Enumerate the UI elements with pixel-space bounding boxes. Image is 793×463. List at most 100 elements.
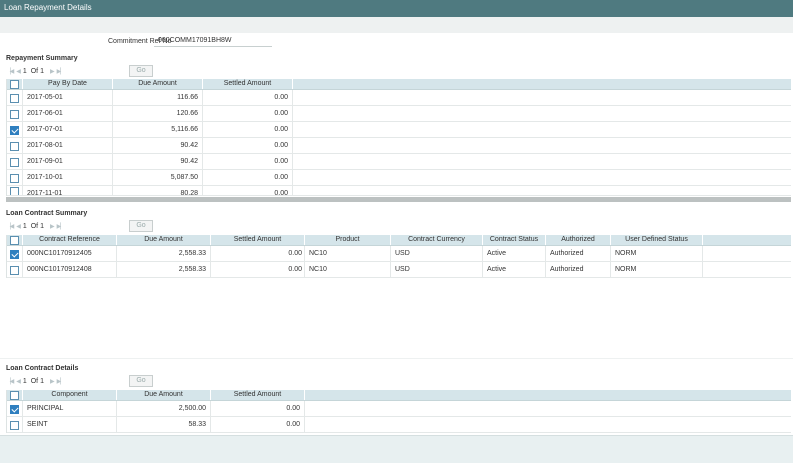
- first-page-icon[interactable]: ▕◀: [6, 378, 14, 385]
- row-filler: [305, 417, 791, 432]
- settled-amount-cell: 0.00: [203, 154, 293, 169]
- row-checkbox[interactable]: [7, 401, 23, 416]
- table-row[interactable]: SEINT 58.33 0.00: [7, 417, 791, 433]
- checkbox[interactable]: [10, 110, 19, 119]
- footer-bar: [0, 435, 793, 463]
- col-user-defined-status[interactable]: User Defined Status: [611, 235, 703, 245]
- toolbar-strip: [0, 17, 793, 33]
- details-go-button[interactable]: Go: [129, 375, 153, 387]
- checkbox[interactable]: [10, 126, 19, 135]
- select-all-checkbox[interactable]: [7, 390, 23, 400]
- prev-page-icon[interactable]: ◀: [16, 223, 21, 230]
- contract-status-cell: Active: [483, 246, 546, 261]
- due-amount-cell: 120.66: [113, 106, 203, 121]
- repayment-summary-title: Repayment Summary: [6, 55, 78, 62]
- first-page-icon[interactable]: ▕◀: [6, 223, 14, 230]
- contract-go-button[interactable]: Go: [129, 220, 153, 232]
- checkbox[interactable]: [10, 250, 19, 259]
- table-row[interactable]: 2017-06-01 120.66 0.00: [7, 106, 791, 122]
- row-checkbox[interactable]: [7, 154, 23, 169]
- checkbox[interactable]: [10, 187, 19, 195]
- select-all-checkbox[interactable]: [7, 79, 23, 89]
- prev-page-icon[interactable]: ◀: [16, 68, 21, 75]
- settled-amount-cell: 0.00: [211, 417, 305, 432]
- due-amount-cell: 90.42: [113, 154, 203, 169]
- row-filler: [293, 90, 791, 105]
- col-contract-currency[interactable]: Contract Currency: [391, 235, 483, 245]
- table-row[interactable]: 2017-05-01 116.66 0.00: [7, 90, 791, 106]
- page-current[interactable]: 1: [23, 223, 27, 230]
- prev-page-icon[interactable]: ◀: [16, 378, 21, 385]
- select-all-checkbox[interactable]: [7, 235, 23, 245]
- next-page-icon[interactable]: ▶: [50, 68, 55, 75]
- currency-cell: USD: [391, 246, 483, 261]
- row-checkbox[interactable]: [7, 106, 23, 121]
- settled-amount-cell: 0.00: [203, 90, 293, 105]
- col-contract-status[interactable]: Contract Status: [483, 235, 546, 245]
- row-filler: [703, 262, 791, 277]
- col-settled-amount[interactable]: Settled Amount: [203, 79, 293, 89]
- checkbox[interactable]: [10, 421, 19, 430]
- contract-grid: Contract Reference Due Amount Settled Am…: [6, 235, 791, 278]
- col-contract-reference[interactable]: Contract Reference: [23, 235, 117, 245]
- header-filler: [703, 235, 791, 245]
- table-row[interactable]: PRINCIPAL 2,500.00 0.00: [7, 401, 791, 417]
- col-component[interactable]: Component: [23, 390, 117, 400]
- next-page-icon[interactable]: ▶: [50, 223, 55, 230]
- col-authorized[interactable]: Authorized: [546, 235, 611, 245]
- row-filler: [703, 246, 791, 261]
- details-grid-header: Component Due Amount Settled Amount: [7, 390, 791, 401]
- last-page-icon[interactable]: ▶▏: [57, 68, 65, 75]
- repayment-grid: Pay By Date Due Amount Settled Amount 20…: [6, 79, 791, 196]
- checkbox[interactable]: [10, 405, 19, 414]
- authorized-cell: Authorized: [546, 262, 611, 277]
- table-row[interactable]: 2017-07-01 5,116.66 0.00: [7, 122, 791, 138]
- repayment-go-button[interactable]: Go: [129, 65, 153, 77]
- table-row[interactable]: 000NC10170912408 2,558.33 0.00 NC10 USD Activ…: [7, 262, 791, 278]
- table-row[interactable]: 2017-11-01 80.28 0.00: [7, 186, 791, 196]
- settled-amount-cell: 0.00: [203, 138, 293, 153]
- row-checkbox[interactable]: [7, 262, 23, 277]
- checkbox[interactable]: [10, 142, 19, 151]
- row-checkbox[interactable]: [7, 122, 23, 137]
- row-checkbox[interactable]: [7, 170, 23, 185]
- settled-amount-cell: 0.00: [203, 122, 293, 137]
- first-page-icon[interactable]: ▕◀: [6, 68, 14, 75]
- next-page-icon[interactable]: ▶: [50, 378, 55, 385]
- last-page-icon[interactable]: ▶▏: [57, 378, 65, 385]
- settled-amount-cell: 0.00: [211, 401, 305, 416]
- contract-reference-cell: 000NC10170912405: [23, 246, 117, 261]
- checkbox[interactable]: [10, 158, 19, 167]
- page-current[interactable]: 1: [23, 378, 27, 385]
- table-row[interactable]: 2017-09-01 90.42 0.00: [7, 154, 791, 170]
- col-settled-amount[interactable]: Settled Amount: [211, 390, 305, 400]
- scrollbar-thumb[interactable]: [6, 197, 791, 202]
- row-checkbox[interactable]: [7, 90, 23, 105]
- row-checkbox[interactable]: [7, 186, 23, 195]
- pay-by-date-cell: 2017-10-01: [23, 170, 113, 185]
- col-product[interactable]: Product: [305, 235, 391, 245]
- row-checkbox[interactable]: [7, 246, 23, 261]
- table-row[interactable]: 000NC10170912405 2,558.33 0.00 NC10 USD Activ…: [7, 246, 791, 262]
- col-pay-by-date[interactable]: Pay By Date: [23, 79, 113, 89]
- row-filler: [293, 186, 791, 195]
- pay-by-date-cell: 2017-08-01: [23, 138, 113, 153]
- col-due-amount[interactable]: Due Amount: [117, 235, 211, 245]
- checkbox[interactable]: [10, 174, 19, 183]
- contract-pager: ▕◀ ◀ 1 Of 1 ▶ ▶▏: [6, 220, 67, 232]
- table-row[interactable]: 2017-08-01 90.42 0.00: [7, 138, 791, 154]
- page-current[interactable]: 1: [23, 68, 27, 75]
- col-settled-amount[interactable]: Settled Amount: [211, 235, 305, 245]
- currency-cell: USD: [391, 262, 483, 277]
- col-due-amount[interactable]: Due Amount: [113, 79, 203, 89]
- horizontal-scrollbar[interactable]: [6, 197, 791, 202]
- commitment-ref-field[interactable]: 000COMM17091BH8W: [154, 35, 272, 47]
- table-row[interactable]: 2017-10-01 5,087.50 0.00: [7, 170, 791, 186]
- col-due-amount[interactable]: Due Amount: [117, 390, 211, 400]
- due-amount-cell: 2,558.33: [117, 262, 211, 277]
- last-page-icon[interactable]: ▶▏: [57, 223, 65, 230]
- row-checkbox[interactable]: [7, 417, 23, 432]
- row-checkbox[interactable]: [7, 138, 23, 153]
- checkbox[interactable]: [10, 94, 19, 103]
- checkbox[interactable]: [10, 266, 19, 275]
